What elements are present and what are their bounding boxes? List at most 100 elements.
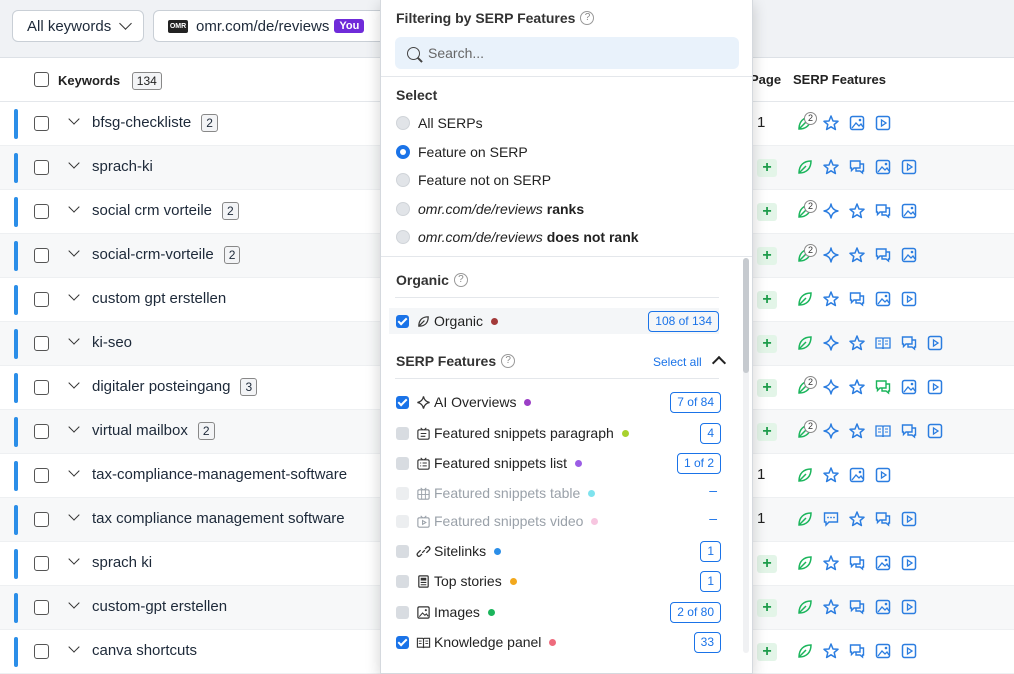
star-icon[interactable]: [848, 202, 866, 220]
video-icon[interactable]: [900, 554, 918, 572]
video-icon[interactable]: [926, 334, 944, 352]
star-icon[interactable]: [822, 598, 840, 616]
leaf-icon[interactable]: 2: [796, 200, 817, 220]
serp-column-header[interactable]: SERP Features: [793, 72, 886, 87]
add-page-button[interactable]: +: [757, 599, 777, 617]
video-icon[interactable]: [874, 466, 892, 484]
video-icon[interactable]: [874, 114, 892, 132]
sparkle-icon[interactable]: [822, 246, 840, 264]
feature-checkbox[interactable]: [396, 635, 409, 649]
keyword-cell[interactable]: social crm vorteile 2: [92, 202, 239, 220]
serp-feature-item-featured-snippets-list[interactable]: Featured snippets list 1 of 2: [396, 450, 721, 476]
chat-green-icon[interactable]: [874, 378, 892, 396]
add-page-button[interactable]: +: [757, 379, 777, 397]
help-icon[interactable]: ?: [501, 354, 516, 368]
star-icon[interactable]: [848, 334, 866, 352]
sparkle-icon[interactable]: [822, 378, 840, 396]
chat-icon[interactable]: [848, 290, 866, 308]
chevron-down-icon[interactable]: [68, 641, 80, 653]
row-checkbox[interactable]: [34, 600, 49, 615]
star-icon[interactable]: [822, 642, 840, 660]
leaf-icon[interactable]: [796, 598, 814, 616]
chevron-up-icon[interactable]: [711, 355, 727, 371]
image-icon[interactable]: [900, 202, 918, 220]
keyword-cell[interactable]: virtual mailbox 2: [92, 422, 215, 440]
keyword-cell[interactable]: sprach-ki: [92, 158, 153, 175]
add-page-button[interactable]: +: [757, 291, 777, 309]
serp-feature-item-images[interactable]: Images 2 of 80: [396, 599, 721, 625]
row-checkbox[interactable]: [34, 424, 49, 439]
leaf-icon[interactable]: [796, 554, 814, 572]
panel-scrollbar[interactable]: [743, 258, 749, 653]
video-icon[interactable]: [900, 290, 918, 308]
video-icon[interactable]: [926, 378, 944, 396]
add-page-button[interactable]: +: [757, 555, 777, 573]
feature-checkbox[interactable]: [396, 544, 409, 558]
chevron-down-icon[interactable]: [68, 113, 80, 125]
help-icon[interactable]: ?: [580, 11, 595, 25]
keyword-cell[interactable]: sprach ki: [92, 554, 152, 571]
chevron-down-icon[interactable]: [68, 465, 80, 477]
star-icon[interactable]: [848, 378, 866, 396]
leaf-icon[interactable]: [796, 334, 814, 352]
add-page-button[interactable]: +: [757, 643, 777, 661]
image-icon[interactable]: [874, 158, 892, 176]
chevron-down-icon[interactable]: [68, 597, 80, 609]
feature-checkbox[interactable]: [396, 395, 409, 409]
add-page-button[interactable]: +: [757, 203, 777, 221]
leaf-icon[interactable]: [796, 466, 814, 484]
radio-domain-does-not-rank[interactable]: omr.com/de/reviews does not rank: [396, 229, 639, 245]
keywords-column-header[interactable]: Keywords 134: [58, 72, 162, 90]
image-icon[interactable]: [874, 598, 892, 616]
leaf-icon[interactable]: [796, 158, 814, 176]
leaf-icon[interactable]: [796, 290, 814, 308]
star-icon[interactable]: [822, 114, 840, 132]
chat-icon[interactable]: [848, 642, 866, 660]
chat-icon[interactable]: [874, 246, 892, 264]
sparkle-icon[interactable]: [822, 334, 840, 352]
star-icon[interactable]: [848, 422, 866, 440]
chevron-down-icon[interactable]: [68, 245, 80, 257]
comment-icon[interactable]: [822, 510, 840, 528]
serp-feature-item-sitelinks[interactable]: Sitelinks 1: [396, 538, 721, 564]
search-input[interactable]: [428, 45, 718, 61]
chat-icon[interactable]: [874, 510, 892, 528]
add-page-button[interactable]: +: [757, 159, 777, 177]
chat-icon[interactable]: [900, 334, 918, 352]
help-icon[interactable]: ?: [453, 273, 468, 287]
keyword-cell[interactable]: bfsg-checkliste 2: [92, 114, 218, 132]
radio-button[interactable]: [396, 202, 410, 216]
search-box[interactable]: [395, 37, 739, 69]
add-page-button[interactable]: +: [757, 335, 777, 353]
row-checkbox[interactable]: [34, 556, 49, 571]
select-all-checkbox[interactable]: [34, 72, 49, 87]
sparkle-icon[interactable]: [822, 422, 840, 440]
serp-feature-item-featured-snippets-paragraph[interactable]: Featured snippets paragraph 4: [396, 420, 721, 446]
radio-button[interactable]: [396, 173, 410, 187]
leaf-icon[interactable]: 2: [796, 376, 817, 396]
keyword-cell[interactable]: custom-gpt erstellen: [92, 598, 227, 615]
feature-checkbox[interactable]: [396, 426, 409, 440]
keyword-cell[interactable]: tax-compliance-management-software: [92, 466, 347, 483]
add-page-button[interactable]: +: [757, 247, 777, 265]
image-icon[interactable]: [848, 114, 866, 132]
keyword-cell[interactable]: social-crm-vorteile 2: [92, 246, 241, 264]
radio-domain-ranks[interactable]: omr.com/de/reviews ranks: [396, 201, 584, 217]
organic-checkbox[interactable]: [396, 314, 409, 328]
chat-icon[interactable]: [874, 202, 892, 220]
row-checkbox[interactable]: [34, 512, 49, 527]
keyword-cell[interactable]: ki-seo: [92, 334, 132, 351]
row-checkbox[interactable]: [34, 160, 49, 175]
serp-feature-item-top-stories[interactable]: Top stories 1: [396, 568, 721, 594]
image-icon[interactable]: [874, 642, 892, 660]
star-icon[interactable]: [822, 466, 840, 484]
chevron-down-icon[interactable]: [68, 333, 80, 345]
radio-button[interactable]: [396, 145, 410, 159]
leaf-icon[interactable]: 2: [796, 112, 817, 132]
radio-feature-on-serp[interactable]: Feature on SERP: [396, 144, 528, 160]
book-icon[interactable]: [874, 422, 892, 440]
star-icon[interactable]: [822, 554, 840, 572]
chevron-down-icon[interactable]: [68, 553, 80, 565]
keyword-cell[interactable]: digitaler posteingang 3: [92, 378, 258, 396]
keyword-cell[interactable]: canva shortcuts: [92, 642, 197, 659]
